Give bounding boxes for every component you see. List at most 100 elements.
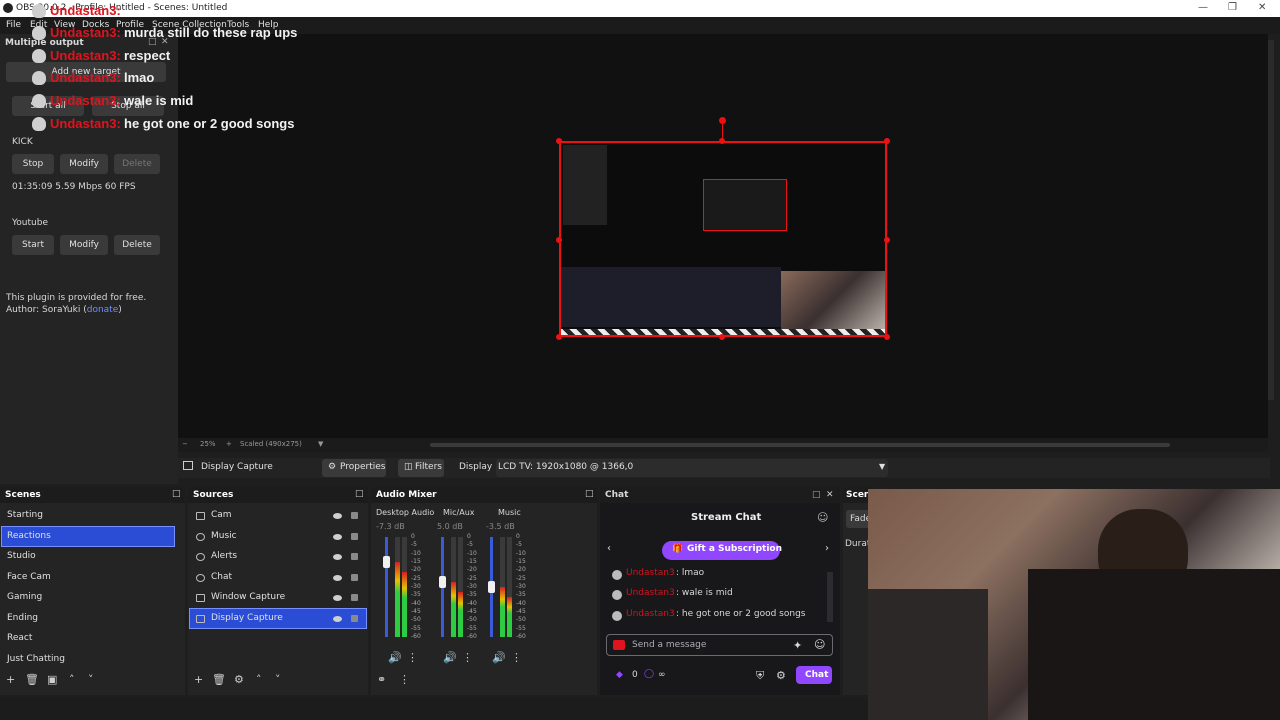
kebab-menu-icon[interactable]: ⋮ <box>407 651 418 664</box>
resize-handle-r[interactable] <box>884 237 890 243</box>
meter-scale-label: -10 <box>411 549 421 557</box>
restore-icon[interactable]: ❐ <box>1228 2 1237 13</box>
add-source-icon[interactable]: + <box>194 673 203 686</box>
remove-scene-icon[interactable]: 🗑 <box>25 673 39 686</box>
visibility-eye-icon[interactable] <box>333 595 342 601</box>
skull-badge-icon <box>612 570 622 580</box>
volume-fader-knob[interactable] <box>383 556 390 568</box>
move-down-icon[interactable]: ˅ <box>88 673 94 686</box>
chat-username[interactable]: Undastan3 <box>626 588 675 598</box>
speaker-icon[interactable]: 🔊 <box>443 651 457 664</box>
close-icon[interactable]: ✕ <box>1258 2 1266 13</box>
chat-username[interactable]: Undastan3 <box>626 609 675 619</box>
source-settings-gear-icon[interactable]: ⚙ <box>234 673 244 686</box>
speaker-icon[interactable]: 🔊 <box>388 651 402 664</box>
chevron-down-icon: ▼ <box>879 462 886 471</box>
browser-icon <box>196 574 205 582</box>
channel-db-mic: 5.0 dB <box>437 522 463 531</box>
visibility-eye-icon[interactable] <box>333 513 342 519</box>
scene-item-studio[interactable]: Studio <box>2 547 174 566</box>
resize-handle-b[interactable] <box>719 334 725 340</box>
kick-modify-button[interactable]: Modify <box>60 154 108 174</box>
mixer-menu-icon[interactable]: ⋮ <box>399 673 410 686</box>
lock-icon[interactable] <box>351 574 358 581</box>
resize-handle-l[interactable] <box>556 237 562 243</box>
chat-scrollbar[interactable] <box>827 572 833 622</box>
scenes-title: Scenes <box>5 490 41 500</box>
kebab-menu-icon[interactable]: ⋮ <box>462 651 473 664</box>
preview-hscrollbar[interactable] <box>430 443 1170 447</box>
scene-item-ending[interactable]: Ending <box>2 609 174 628</box>
scene-item-just-chatting[interactable]: Just Chatting <box>2 650 174 669</box>
scene-item-face-cam[interactable]: Face Cam <box>2 568 174 587</box>
meter-scale-label: -35 <box>516 591 526 599</box>
emote-picker-icon[interactable]: ☺ <box>814 638 825 651</box>
move-down-icon[interactable]: ˅ <box>275 673 281 686</box>
move-up-icon[interactable]: ˄ <box>69 673 75 686</box>
rotation-handle[interactable] <box>719 117 726 124</box>
preview-vscrollbar[interactable] <box>1268 40 1274 400</box>
visibility-eye-icon[interactable] <box>333 616 342 622</box>
visibility-eye-icon[interactable] <box>333 575 342 581</box>
scene-item-reactions[interactable]: Reactions <box>1 526 175 547</box>
shield-icon[interactable]: ⛨ <box>756 669 764 683</box>
hype-icon[interactable]: ◯ <box>644 669 654 679</box>
gear-icon[interactable]: ⚙ <box>776 669 786 682</box>
zoom-in-icon[interactable]: + <box>226 440 232 448</box>
display-capture-preview[interactable] <box>559 141 887 337</box>
kebab-menu-icon[interactable]: ⋮ <box>511 651 522 664</box>
overlay-message: lmao <box>124 70 155 85</box>
youtube-modify-button[interactable]: Modify <box>60 235 108 255</box>
lock-icon[interactable] <box>351 512 358 519</box>
move-up-icon[interactable]: ˄ <box>256 673 262 686</box>
meter-scale-label: -15 <box>467 558 477 565</box>
remove-source-icon[interactable]: 🗑 <box>212 673 226 686</box>
scene-item-starting[interactable]: Starting <box>2 506 174 525</box>
cheer-bits-icon[interactable]: ✦ <box>793 639 802 652</box>
chat-close-icon[interactable]: ✕ <box>826 490 834 500</box>
resize-handle-br[interactable] <box>884 334 890 340</box>
menu-file[interactable]: File <box>6 20 21 30</box>
chevron-right-icon[interactable]: › <box>825 543 829 554</box>
add-scene-icon[interactable]: + <box>6 673 15 686</box>
minimize-icon[interactable]: — <box>1198 2 1208 13</box>
skull-icon <box>32 49 46 63</box>
resize-handle-tr[interactable] <box>884 138 890 144</box>
chat-username[interactable]: Undastan3 <box>626 568 675 578</box>
mixer-float-icon[interactable]: □ <box>585 489 594 499</box>
donate-link[interactable]: donate <box>87 305 119 315</box>
status-bar <box>0 698 868 720</box>
youtube-delete-button[interactable]: Delete <box>114 235 160 255</box>
volume-fader-knob[interactable] <box>439 576 446 588</box>
properties-label: Properties <box>340 462 386 472</box>
scenes-float-icon[interactable]: □ <box>172 489 181 499</box>
scene-filters-icon[interactable]: ▣ <box>47 673 57 686</box>
visibility-eye-icon[interactable] <box>333 554 342 560</box>
scene-item-react[interactable]: React <box>2 629 174 648</box>
lock-icon[interactable] <box>351 553 358 560</box>
community-users-icon[interactable]: ☺ <box>817 511 828 524</box>
sources-float-icon[interactable]: □ <box>355 489 364 499</box>
kick-delete-button[interactable]: Delete <box>114 154 160 174</box>
volume-fader[interactable] <box>385 537 388 637</box>
meter-scale-label: -35 <box>411 591 421 599</box>
lock-icon[interactable] <box>351 594 358 601</box>
resize-handle-tl[interactable] <box>556 138 562 144</box>
kick-stop-button[interactable]: Stop <box>12 154 54 174</box>
scene-item-gaming[interactable]: Gaming <box>2 588 174 607</box>
volume-fader-knob[interactable] <box>488 581 495 593</box>
scale-dropdown-icon[interactable]: ▼ <box>318 440 323 448</box>
channel-points-icon[interactable]: ◆ <box>616 670 623 680</box>
youtube-start-button[interactable]: Start <box>12 235 54 255</box>
chat-float-icon[interactable]: □ <box>812 490 821 500</box>
window-icon <box>196 594 205 602</box>
preview-zoom-bar: − 25% + Scaled (490x275) ▼ <box>178 438 1268 452</box>
visibility-eye-icon[interactable] <box>333 534 342 540</box>
resize-handle-bl[interactable] <box>556 334 562 340</box>
zoom-out-icon[interactable]: − <box>182 440 188 448</box>
chevron-left-icon[interactable]: ‹ <box>607 543 611 554</box>
lock-icon[interactable] <box>351 533 358 540</box>
lock-icon[interactable] <box>351 615 358 622</box>
speaker-icon[interactable]: 🔊 <box>492 651 506 664</box>
mixer-link-icon[interactable]: ⚭ <box>377 673 386 686</box>
